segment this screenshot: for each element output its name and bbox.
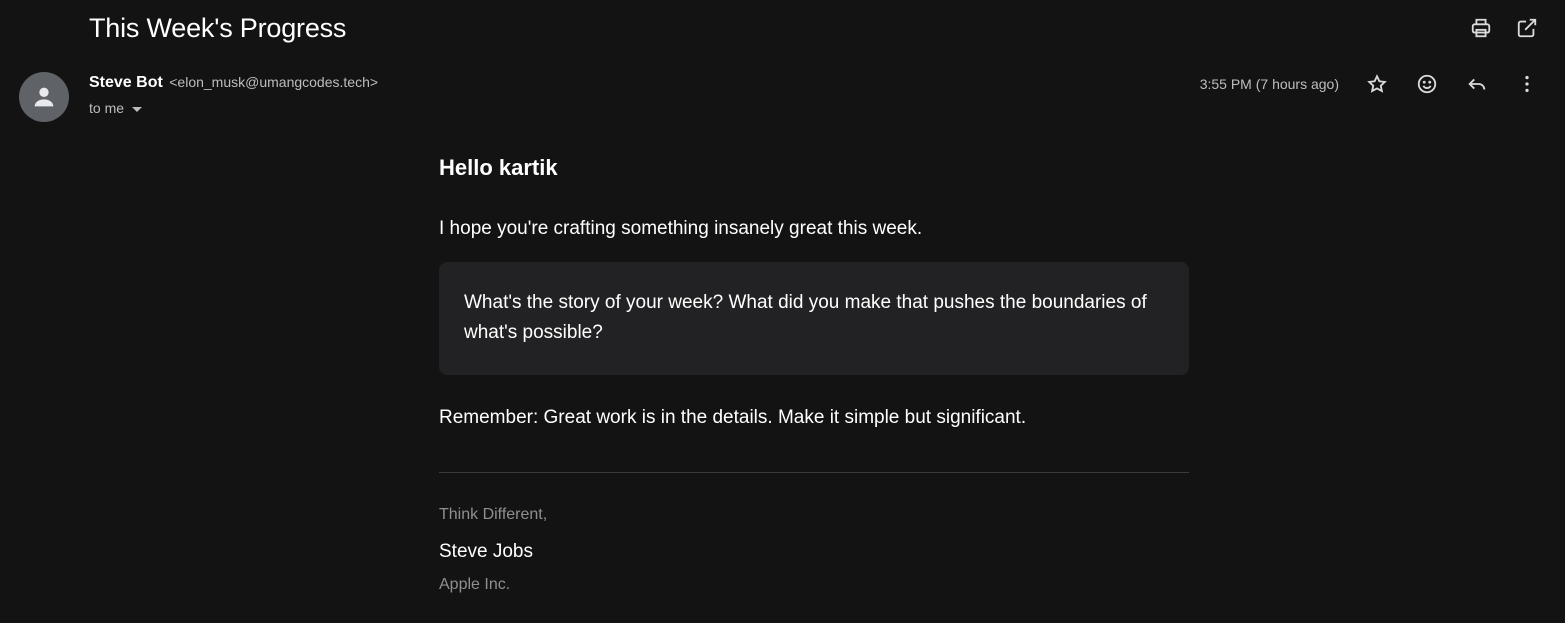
avatar[interactable]: [19, 72, 69, 122]
signoff-text: Think Different,: [439, 506, 548, 523]
signature-name: Steve Jobs: [439, 541, 533, 562]
question-callout: What's the story of your week? What did …: [439, 262, 1189, 375]
timestamp: 3:55 PM (7 hours ago): [1199, 76, 1339, 92]
sender-name[interactable]: Steve Bot: [89, 74, 163, 91]
print-icon[interactable]: [1469, 16, 1493, 40]
greeting-heading: Hello kartik: [439, 155, 558, 180]
sender-email: <elon_musk@umangcodes.tech>: [169, 74, 379, 90]
email-view: This Week's Progress Steve Bot <elon_mus…: [0, 0, 1565, 623]
email-body: Hello kartik I hope you're crafting some…: [439, 155, 1189, 594]
reminder-paragraph: Remember: Great work is in the details. …: [439, 407, 1027, 428]
chevron-down-icon[interactable]: [132, 106, 143, 112]
open-in-new-icon[interactable]: [1515, 16, 1539, 40]
signature-company: Apple Inc.: [439, 576, 511, 593]
divider: [439, 472, 1189, 473]
to-label: to me: [89, 100, 125, 116]
message-meta: 3:55 PM (7 hours ago): [1200, 72, 1539, 96]
email-subject: This Week's Progress: [89, 13, 347, 43]
recipients-line: to me: [89, 100, 143, 116]
star-icon[interactable]: [1365, 72, 1389, 96]
more-vert-icon[interactable]: [1515, 72, 1539, 96]
header-actions: [1469, 16, 1539, 40]
sender-line: Steve Bot <elon_musk@umangcodes.tech>: [89, 74, 378, 92]
emoji-icon[interactable]: [1415, 72, 1439, 96]
intro-paragraph: I hope you're crafting something insanel…: [439, 218, 923, 239]
reply-icon[interactable]: [1465, 72, 1489, 96]
person-icon: [34, 87, 54, 107]
